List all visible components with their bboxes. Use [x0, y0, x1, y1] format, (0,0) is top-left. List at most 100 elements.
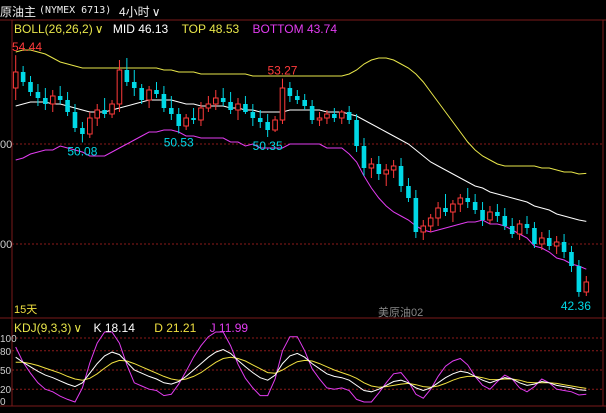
kdj-k-value: K 18.14 [93, 321, 135, 335]
kdj-d-value: D 21.21 [154, 321, 197, 335]
candle-body [583, 281, 590, 293]
candle-body [495, 212, 500, 216]
candle-body [472, 202, 478, 210]
chart-header: 原油主 (NYMEX 6713) 4小时 ∨ [0, 0, 606, 20]
kdj-tick-label: 100 [0, 334, 17, 345]
candle-body [250, 112, 256, 118]
candle-body [235, 103, 241, 111]
candle-body [390, 165, 397, 171]
candle-body [502, 216, 508, 226]
period-selector[interactable]: 4小时 ∨ [119, 3, 160, 20]
price-annotation: 42.36 [561, 299, 591, 313]
candle-body [205, 103, 212, 109]
chevron-down-icon: ∨ [73, 321, 83, 335]
candle-body [176, 114, 182, 126]
kdj-name: KDJ(9,3,3) [14, 321, 72, 335]
price-annotation: 50.53 [164, 135, 194, 149]
period-label: 15天 [14, 304, 37, 316]
candle-body [524, 224, 530, 228]
price-tick-label: 00 [0, 239, 12, 251]
candle-body [450, 203, 456, 213]
candle-body [131, 82, 137, 88]
candle-body [532, 228, 537, 244]
chevron-down-icon: ∨ [151, 5, 161, 19]
candle-body [443, 208, 448, 212]
kdj-tick-label: 0 [0, 397, 6, 408]
candle-body [576, 266, 582, 292]
candle-body [169, 108, 174, 114]
candle-body [57, 96, 63, 100]
kdj-selector[interactable]: KDJ(9,3,3) ∨ [14, 321, 82, 335]
candle-body [332, 114, 337, 118]
candle-body [346, 112, 352, 120]
kdj-j-line [15, 331, 587, 403]
candle-body [49, 95, 56, 105]
candle-body [368, 163, 375, 169]
kdj-tick-label: 80 [0, 347, 12, 358]
candle-body [87, 117, 93, 135]
candle-body [65, 100, 70, 112]
candle-body [20, 72, 26, 82]
boll-bottom-line [15, 129, 587, 270]
candle-body [435, 207, 441, 219]
candle-body [109, 103, 115, 115]
candle-body [198, 107, 204, 121]
candle-body [294, 96, 300, 100]
candle-body [139, 88, 144, 100]
chevron-down-icon: ∨ [94, 22, 104, 36]
boll-bottom-value: BOTTOM 43.74 [252, 22, 337, 36]
candle-body [80, 128, 85, 134]
chart-stage: 00 00 100 80 50 20 0 54.44 53.27 50.08 50.53 50.35 4… [0, 0, 606, 408]
kdj-j-value: J 11.99 [209, 321, 249, 335]
symbol-name: 原油主 [0, 5, 37, 19]
candle-body [287, 88, 293, 96]
candle-body [427, 217, 434, 227]
boll-top-value: TOP 48.53 [181, 22, 240, 36]
candle-body [228, 102, 233, 110]
candle-body [516, 223, 523, 235]
kdj-tick-label: 20 [0, 385, 12, 396]
candle-body [487, 211, 493, 221]
boll-header: BOLL(26,26,2) ∨ MID 46.13 TOP 48.53 BOTTO… [14, 22, 337, 36]
price-tick-label: 00 [0, 139, 12, 151]
candle-body [465, 198, 471, 202]
boll-selector[interactable]: BOLL(26,26,2) ∨ [14, 22, 104, 36]
candle-body [420, 225, 427, 233]
candle-body [398, 166, 404, 186]
period-label: 4小时 [119, 5, 150, 19]
candle-body [94, 109, 101, 119]
candle-body [309, 106, 315, 120]
candle-body [354, 120, 359, 146]
candle-body [509, 226, 515, 234]
candle-body [265, 122, 270, 130]
candle-body [569, 252, 574, 266]
watermark: 美原油02 [378, 305, 423, 319]
candle-body [480, 210, 485, 220]
boll-name: BOLL(26,26,2) [14, 22, 93, 36]
boll-mid-line [15, 99, 587, 222]
price-annotation: 50.08 [67, 144, 97, 158]
candle-body [457, 197, 464, 205]
price-annotation: 53.27 [267, 64, 297, 78]
candle-body [72, 112, 78, 128]
candle-body [28, 82, 33, 92]
candle-body [279, 87, 286, 121]
kdj-header: KDJ(9,3,3) ∨ K 18.14 D 21.21 J 11.99 [14, 321, 248, 335]
candle-body [324, 113, 330, 119]
candle-body [553, 241, 560, 247]
candle-body [161, 94, 167, 108]
candle-body [102, 110, 107, 114]
candle-body [316, 117, 323, 121]
candle-body [561, 242, 567, 252]
kdj-tick-label: 50 [0, 366, 12, 377]
candle-body [272, 119, 278, 131]
chart-svg: 00 00 100 80 50 200 54.44 53.27 50.08 50.53 50.35 4… [0, 19, 606, 408]
candle-body [243, 104, 248, 112]
candle-body [257, 118, 263, 122]
candle-body [413, 198, 419, 232]
candle-body [383, 169, 390, 175]
candle-body [146, 89, 152, 101]
candle-body [539, 237, 545, 245]
candle-body [212, 97, 219, 105]
candle-body [12, 71, 19, 89]
